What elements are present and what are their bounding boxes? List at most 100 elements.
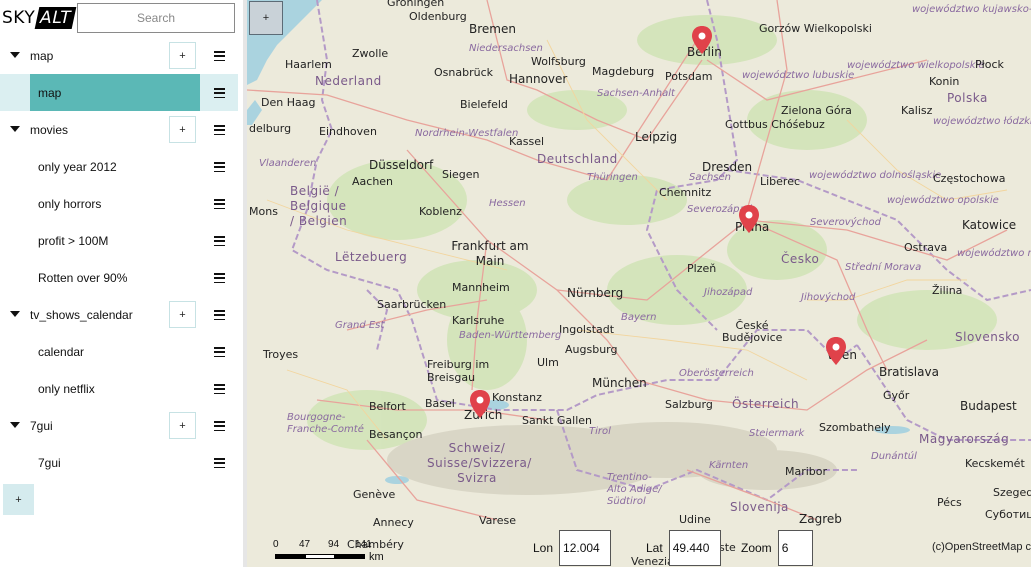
map-pin-icon[interactable] (690, 25, 714, 55)
hamburger-menu-icon[interactable] (214, 162, 225, 172)
map-label: Freiburg im Breisgau (427, 358, 490, 384)
lat-control: Lat 49.440 (646, 530, 721, 566)
sidebar-group-7gui[interactable]: 7gui + (0, 407, 238, 444)
sidebar-item-map[interactable]: map (0, 74, 238, 111)
map-label: Aachen (352, 175, 394, 188)
hamburger-menu-icon[interactable] (214, 347, 225, 357)
add-group-button[interactable]: + (3, 484, 34, 515)
chevron-down-icon[interactable] (10, 311, 20, 317)
map-label: Frankfurt am Main (451, 239, 529, 268)
chevron-down-icon[interactable] (10, 422, 20, 428)
map-pin-icon[interactable] (468, 389, 492, 419)
map-label: województwo lubuskie (742, 70, 855, 81)
hamburger-menu-icon[interactable] (214, 384, 225, 394)
add-item-button[interactable]: + (169, 301, 196, 328)
map-label: Schweiz/ Suisse/Svizzera/ Svizra (427, 441, 532, 485)
scale-unit: km (369, 551, 384, 563)
add-item-button[interactable]: + (169, 116, 196, 143)
map-view[interactable]: Groningen Oldenburg Bremen Niedersachsen… (247, 0, 1031, 567)
map-label: ste (719, 541, 736, 554)
map-add-button[interactable]: + (249, 1, 283, 35)
map-label: Szeged (993, 486, 1031, 499)
map-label: Wolfsburg (531, 55, 586, 68)
sidebar-group-label: 7gui (30, 419, 53, 433)
map-label: Hessen (489, 198, 526, 209)
map-label: Kecskemét (965, 457, 1025, 470)
map-label: Sankt Gallen (522, 414, 592, 427)
scale-tick: 94 (328, 539, 340, 550)
sidebar-group-map[interactable]: map + (0, 37, 238, 74)
logo-text-part1: SKY (2, 8, 36, 28)
map-label: województwo kujawsko-pomorskie (912, 4, 1031, 15)
plus-icon: + (179, 123, 186, 136)
map-label: Niedersachsen (469, 43, 543, 54)
map-label: Tirol (589, 426, 611, 437)
map-label: Střední Morava (845, 262, 922, 273)
sidebar-item-calendar[interactable]: calendar (0, 333, 238, 370)
map-label: Pécs (937, 496, 962, 509)
zoom-input[interactable]: 6 (777, 530, 813, 566)
hamburger-menu-icon[interactable] (214, 51, 225, 61)
map-label: Cottbus Chóśebuz (725, 118, 825, 131)
map-label: Ostrava (904, 241, 948, 254)
map-label: Nederland (315, 74, 382, 88)
map-label: Augsburg (565, 343, 618, 356)
map-label: Magdeburg (592, 65, 655, 78)
plus-icon: + (179, 308, 186, 321)
map-label: województwo małopolskie (957, 248, 1031, 259)
sidebar-item-rotten[interactable]: Rotten over 90% (0, 259, 238, 296)
map-label: Chemnitz (659, 186, 712, 199)
hamburger-menu-icon[interactable] (214, 273, 225, 283)
map-attribution[interactable]: (c)OpenStreetMap c (932, 541, 1031, 553)
sidebar-group-label: movies (30, 123, 69, 137)
map-label: Saarbrücken (377, 298, 447, 311)
sidebar-item-label: Rotten over 90% (38, 271, 128, 285)
sidebar-group-movies[interactable]: movies + (0, 111, 238, 148)
map-label: Nordrhein-Westfalen (415, 128, 519, 139)
map-label: Oldenburg (409, 10, 467, 23)
map-label: Grand Est (335, 320, 385, 331)
hamburger-menu-icon[interactable] (214, 236, 225, 246)
sidebar-item-only-year-2012[interactable]: only year 2012 (0, 148, 238, 185)
map-label: Salzburg (665, 398, 713, 411)
search-input[interactable] (77, 3, 235, 33)
map-label: Düsseldorf (369, 158, 434, 172)
add-item-button[interactable]: + (169, 412, 196, 439)
chevron-down-icon[interactable] (10, 126, 20, 132)
hamburger-menu-icon[interactable] (214, 421, 225, 431)
sidebar-group-tv-shows-calendar[interactable]: tv_shows_calendar + (0, 296, 238, 333)
map-pin-icon[interactable] (737, 204, 761, 234)
add-item-button[interactable]: + (169, 42, 196, 69)
map-label: Steiermark (749, 428, 805, 439)
zoom-label: Zoom (741, 541, 772, 555)
sidebar-group-label: map (30, 49, 54, 63)
map-pin-icon[interactable] (824, 336, 848, 366)
sidebar-item-label: 7gui (38, 456, 61, 470)
sidebar-item-only-netflix[interactable]: only netflix (0, 370, 238, 407)
map-label: Eindhoven (319, 125, 377, 138)
map-label: Slovensko (955, 330, 1020, 344)
map-label: Bayern (621, 312, 657, 323)
hamburger-menu-icon[interactable] (214, 125, 225, 135)
map-label: Dunántúl (871, 451, 917, 462)
hamburger-menu-icon[interactable] (214, 458, 225, 468)
sidebar: SKY ALT map + map movies + only year 201… (0, 0, 243, 567)
map-label: Gorzów Wielkopolski (759, 22, 872, 35)
sidebar-item-label: only horrors (38, 197, 102, 211)
lon-input[interactable]: 12.004 (559, 530, 612, 566)
map-label: Liberec (760, 175, 801, 188)
sidebar-group-label: tv_shows_calendar (30, 308, 133, 322)
lat-label: Lat (646, 541, 663, 555)
map-label: München (592, 376, 647, 390)
map-label: Nürnberg (567, 286, 624, 300)
map-label: Budapest (960, 399, 1017, 413)
hamburger-menu-icon[interactable] (214, 310, 225, 320)
sidebar-item-only-horrors[interactable]: only horrors (0, 185, 238, 222)
hamburger-menu-icon[interactable] (214, 88, 225, 98)
sidebar-item-profit[interactable]: profit > 100M (0, 222, 238, 259)
map-label: Oberösterreich (679, 368, 754, 379)
sidebar-item-7gui[interactable]: 7gui (0, 444, 238, 481)
chevron-down-icon[interactable] (10, 52, 20, 58)
lat-input[interactable]: 49.440 (668, 530, 721, 566)
hamburger-menu-icon[interactable] (214, 199, 225, 209)
